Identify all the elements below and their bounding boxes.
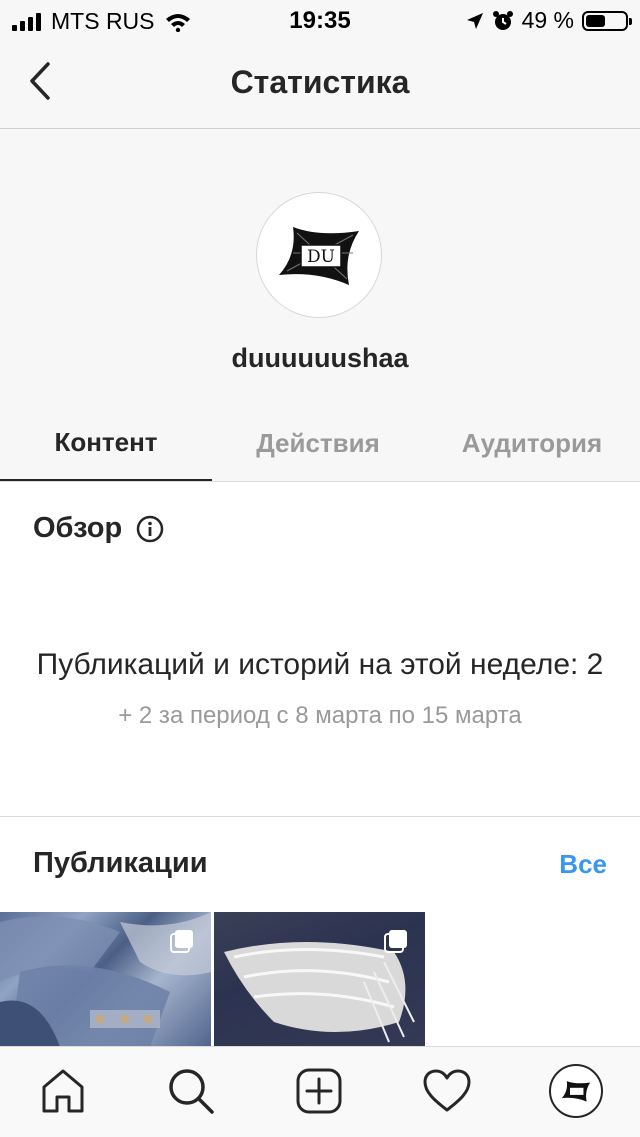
overview-period-text: + 2 за период с 8 марта по 15 марта xyxy=(118,702,522,729)
logo-text: DU xyxy=(307,247,335,267)
activity-button[interactable] xyxy=(421,1065,473,1117)
heart-icon xyxy=(423,1069,471,1112)
publications-section: Публикации Все xyxy=(0,817,640,1047)
publication-thumbnail[interactable] xyxy=(0,912,211,1047)
alarm-icon xyxy=(492,10,513,30)
tab-content[interactable]: Контент xyxy=(0,405,212,481)
add-post-button[interactable] xyxy=(293,1065,345,1117)
home-icon xyxy=(42,1069,84,1113)
publications-title: Публикации xyxy=(33,847,208,879)
overview-count-text: Публикаций и историй на этой неделе: 2 xyxy=(36,648,604,681)
status-bar: MTS RUS 19:35 49 % xyxy=(0,0,640,40)
multiple-posts-icon xyxy=(170,930,193,953)
info-icon[interactable] xyxy=(136,515,164,543)
overview-header: Обзор xyxy=(33,512,164,545)
status-right: 49 % xyxy=(466,7,632,34)
avatar[interactable]: DU xyxy=(256,192,382,318)
page-title: Статистика xyxy=(230,64,410,100)
see-all-link[interactable]: Все xyxy=(559,849,607,880)
profile-icon xyxy=(549,1064,603,1118)
battery-icon xyxy=(582,10,632,31)
stats-tabs: Контент Действия Аудитория xyxy=(0,405,640,482)
publication-thumbnail[interactable] xyxy=(214,912,425,1047)
multiple-posts-icon xyxy=(384,930,407,953)
overview-section: Обзор Публикаций и историй на этой недел… xyxy=(0,482,640,817)
profile-button[interactable] xyxy=(548,1063,604,1119)
home-button[interactable] xyxy=(37,1065,89,1117)
tab-audience[interactable]: Аудитория xyxy=(424,405,640,481)
du-logo-small xyxy=(561,1081,591,1102)
add-icon xyxy=(296,1068,342,1114)
search-icon xyxy=(169,1069,214,1114)
location-icon xyxy=(466,12,483,29)
bottom-tab-bar xyxy=(0,1046,640,1137)
du-logo: DU xyxy=(279,227,359,285)
battery-percent: 49 % xyxy=(521,7,574,33)
search-button[interactable] xyxy=(165,1065,217,1117)
overview-title: Обзор xyxy=(33,512,123,544)
back-button[interactable] xyxy=(26,60,56,102)
navigation-bar: Статистика xyxy=(0,40,640,129)
tab-actions[interactable]: Действия xyxy=(212,405,424,481)
username: duuuuuushaa xyxy=(231,343,409,373)
